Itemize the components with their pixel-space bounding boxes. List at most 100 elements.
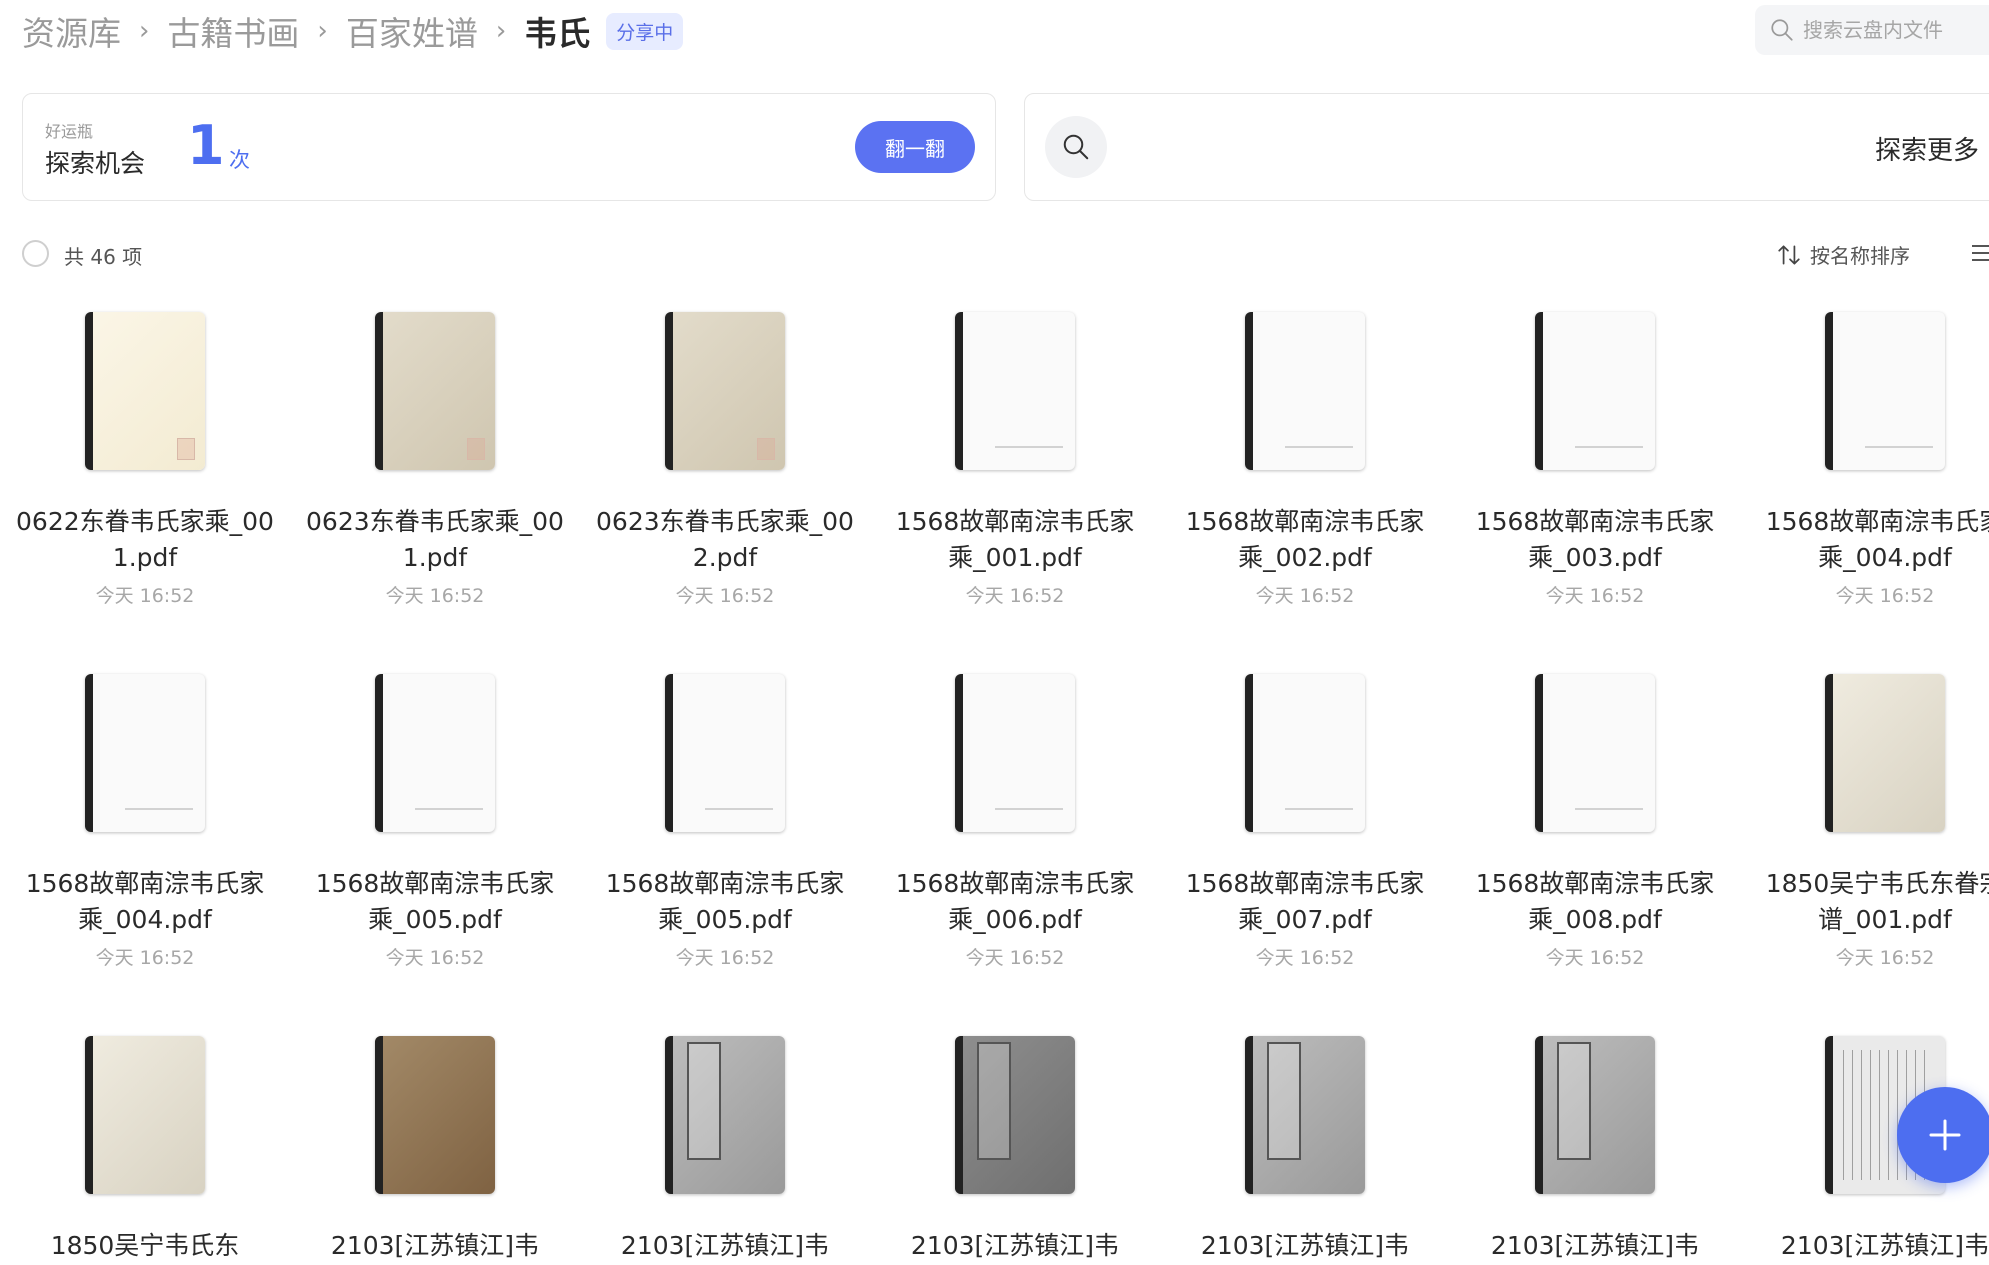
book-spine (1825, 312, 1833, 470)
file-thumbnail[interactable] (85, 312, 205, 470)
file-thumbnail[interactable] (375, 312, 495, 470)
file-name[interactable]: 0623东眷韦氏家乘_001.pdf (290, 504, 580, 576)
explore-search-button[interactable] (1045, 116, 1107, 178)
file-item[interactable]: 1568故鄣南淙韦氏家乘_003.pdf 今天 16:52 (1450, 312, 1740, 608)
file-thumbnail-wrap (1740, 674, 1989, 844)
book-spine (955, 1036, 963, 1194)
book-spine (375, 674, 383, 832)
file-name[interactable]: 0623东眷韦氏家乘_002.pdf (580, 504, 870, 576)
file-name[interactable]: 1568故鄣南淙韦氏家乘_005.pdf (580, 866, 870, 938)
file-name[interactable]: 2103[江苏镇江]韦 (1450, 1228, 1740, 1265)
search-input[interactable] (1803, 18, 1989, 42)
file-item[interactable]: 0622东眷韦氏家乘_001.pdf 今天 16:52 (0, 312, 290, 608)
file-date: 今天 16:52 (1835, 947, 1935, 969)
file-thumbnail[interactable] (955, 674, 1075, 832)
file-item[interactable]: 0623东眷韦氏家乘_001.pdf 今天 16:52 (290, 312, 580, 608)
list-view-icon[interactable] (1970, 241, 1989, 265)
file-thumbnail[interactable] (375, 674, 495, 832)
file-name[interactable]: 1568故鄣南淙韦氏家乘_008.pdf (1450, 866, 1740, 938)
file-item[interactable]: 1850吴宁韦氏东眷宗谱_001.pdf 今天 16:52 (1740, 674, 1989, 970)
file-date: 今天 16:52 (1255, 585, 1355, 607)
file-name[interactable]: 1568故鄣南淙韦氏家乘_004.pdf (1740, 504, 1989, 576)
file-item[interactable]: 2103[江苏镇江]韦 (290, 1036, 580, 1265)
file-name[interactable]: 2103[江苏镇江]韦 (580, 1228, 870, 1265)
file-thumbnail[interactable] (1535, 312, 1655, 470)
file-name[interactable]: 2103[江苏镇江]韦 (1740, 1228, 1989, 1265)
file-item[interactable]: 1568故鄣南淙韦氏家乘_001.pdf 今天 16:52 (870, 312, 1160, 608)
file-name[interactable]: 2103[江苏镇江]韦 (1160, 1228, 1450, 1265)
file-name[interactable]: 1568故鄣南淙韦氏家乘_004.pdf (0, 866, 290, 938)
page-mark (995, 446, 1063, 448)
file-date: 今天 16:52 (1545, 947, 1645, 969)
file-thumbnail-wrap (1740, 312, 1989, 482)
file-thumbnail[interactable] (1535, 674, 1655, 832)
book-spine (1245, 674, 1253, 832)
file-item[interactable]: 2103[江苏镇江]韦 (580, 1036, 870, 1265)
breadcrumb-item-resource-library[interactable]: 资源库 (22, 7, 121, 55)
file-thumbnail-wrap (580, 674, 870, 844)
file-name[interactable]: 1568故鄣南淙韦氏家乘_002.pdf (1160, 504, 1450, 576)
search-box[interactable] (1755, 5, 1989, 55)
file-item[interactable]: 1568故鄣南淙韦氏家乘_004.pdf 今天 16:52 (0, 674, 290, 970)
file-thumbnail[interactable] (1535, 1036, 1655, 1194)
page-mark (705, 808, 773, 810)
select-all-checkbox[interactable] (22, 240, 49, 267)
page-mark (995, 808, 1063, 810)
file-item[interactable]: 2103[江苏镇江]韦 (1450, 1036, 1740, 1265)
file-thumbnail[interactable] (1825, 674, 1945, 832)
file-item[interactable]: 1568故鄣南淙韦氏家乘_005.pdf 今天 16:52 (290, 674, 580, 970)
file-thumbnail[interactable] (1245, 312, 1365, 470)
file-date: 今天 16:52 (385, 585, 485, 607)
file-name[interactable]: 2103[江苏镇江]韦 (290, 1228, 580, 1265)
file-name[interactable]: 1850吴宁韦氏东 (0, 1228, 290, 1265)
file-item[interactable]: 1568故鄣南淙韦氏家乘_005.pdf 今天 16:52 (580, 674, 870, 970)
breadcrumb-item-surnames[interactable]: 百家姓谱 (346, 7, 478, 55)
breadcrumb-item-ancient-books[interactable]: 古籍书画 (167, 7, 299, 55)
file-item[interactable]: 2103[江苏镇江]韦 (1160, 1036, 1450, 1265)
file-name[interactable]: 0622东眷韦氏家乘_001.pdf (0, 504, 290, 576)
add-button[interactable] (1897, 1087, 1989, 1183)
cover-title-strip (687, 1042, 721, 1160)
file-name[interactable]: 1568故鄣南淙韦氏家乘_007.pdf (1160, 866, 1450, 938)
flip-button[interactable]: 翻一翻 (855, 121, 975, 173)
file-name[interactable]: 1568故鄣南淙韦氏家乘_006.pdf (870, 866, 1160, 938)
file-item[interactable]: 1568故鄣南淙韦氏家乘_008.pdf 今天 16:52 (1450, 674, 1740, 970)
file-name[interactable]: 1850吴宁韦氏东眷宗谱_001.pdf (1740, 866, 1989, 938)
file-thumbnail[interactable] (955, 1036, 1075, 1194)
sort-button[interactable]: 按名称排序 (1776, 240, 1910, 269)
file-name[interactable]: 1568故鄣南淙韦氏家乘_005.pdf (290, 866, 580, 938)
explore-chance-title: 探索机会 (45, 149, 146, 178)
file-name[interactable]: 1568故鄣南淙韦氏家乘_001.pdf (870, 504, 1160, 576)
file-thumbnail[interactable] (85, 674, 205, 832)
file-thumbnail[interactable] (665, 312, 785, 470)
file-thumbnail-wrap (580, 312, 870, 482)
file-thumbnail[interactable] (1245, 1036, 1365, 1194)
book-spine (1825, 1036, 1833, 1194)
file-thumbnail[interactable] (375, 1036, 495, 1194)
file-thumbnail[interactable] (85, 1036, 205, 1194)
file-item[interactable]: 1568故鄣南淙韦氏家乘_007.pdf 今天 16:52 (1160, 674, 1450, 970)
file-thumbnail[interactable] (955, 312, 1075, 470)
file-date: 今天 16:52 (675, 947, 775, 969)
file-item[interactable]: 0623东眷韦氏家乘_002.pdf 今天 16:52 (580, 312, 870, 608)
file-date: 今天 16:52 (965, 947, 1065, 969)
cover-title-strip (1267, 1042, 1301, 1160)
file-item[interactable]: 1568故鄣南淙韦氏家乘_006.pdf 今天 16:52 (870, 674, 1160, 970)
book-spine (85, 674, 93, 832)
book-spine (1535, 312, 1543, 470)
book-spine (665, 312, 673, 470)
explore-more-card[interactable]: 探索更多 (1024, 93, 1989, 201)
file-item[interactable]: 2103[江苏镇江]韦 (870, 1036, 1160, 1265)
file-thumbnail[interactable] (1245, 674, 1365, 832)
file-thumbnail[interactable] (665, 674, 785, 832)
file-name[interactable]: 2103[江苏镇江]韦 (870, 1228, 1160, 1265)
book-spine (1245, 1036, 1253, 1194)
file-thumbnail[interactable] (1825, 312, 1945, 470)
file-item[interactable]: 1850吴宁韦氏东 (0, 1036, 290, 1265)
file-name[interactable]: 1568故鄣南淙韦氏家乘_003.pdf (1450, 504, 1740, 576)
file-item[interactable]: 1568故鄣南淙韦氏家乘_004.pdf 今天 16:52 (1740, 312, 1989, 608)
sharing-badge[interactable]: 分享中 (606, 12, 684, 50)
file-thumbnail[interactable] (665, 1036, 785, 1194)
file-item[interactable]: 1568故鄣南淙韦氏家乘_002.pdf 今天 16:52 (1160, 312, 1450, 608)
explore-more-label[interactable]: 探索更多 (1875, 130, 1979, 167)
